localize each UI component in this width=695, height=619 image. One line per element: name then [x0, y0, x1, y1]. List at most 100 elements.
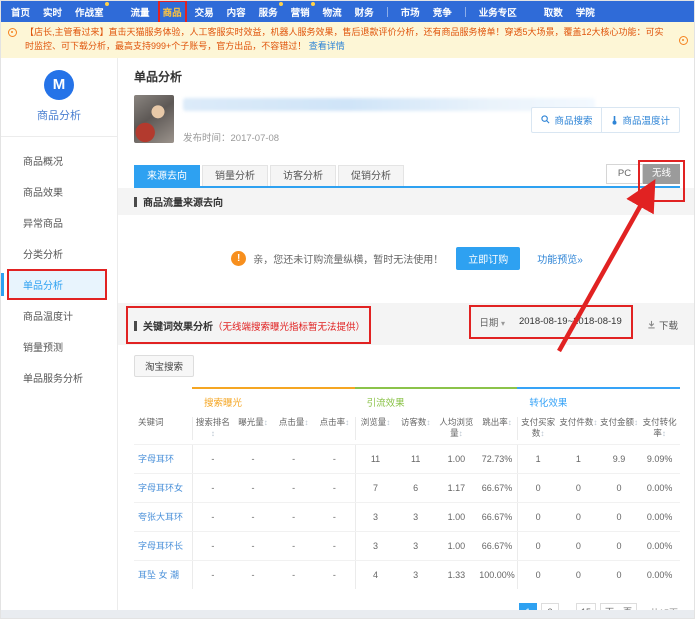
nav-item-finance[interactable]: 财务 [355, 5, 374, 19]
table-header-row: 关键词 搜索排名↕ 曝光量↕ 点击量↕ 点击率↕ 浏览量↕ 访客数↕ 人均浏览量… [134, 411, 680, 444]
nav-item-market[interactable]: 市场 [401, 5, 420, 19]
col-avg-views[interactable]: 人均浏览量↕ [436, 417, 477, 440]
nav-item-business-zone[interactable]: 业务专区 [479, 5, 517, 19]
nav-item-content[interactable]: 内容 [227, 5, 246, 19]
sidebar-item-category-analysis[interactable]: 分类分析 [1, 238, 117, 269]
sidebar-item-product-thermometer[interactable]: 商品温度计 [1, 300, 117, 331]
cell: - [314, 503, 355, 531]
cell: 0 [599, 503, 640, 531]
cell: - [273, 503, 314, 531]
sidebar-item-single-product-analysis[interactable]: 单品分析 [9, 271, 105, 298]
tab-sales-analysis[interactable]: 销量分析 [202, 165, 268, 186]
nav-item-trade[interactable]: 交易 [195, 5, 214, 19]
order-now-button[interactable]: 立即订购 [456, 247, 520, 270]
cell: 7 [355, 474, 396, 502]
sidebar-item-product-effect[interactable]: 商品效果 [1, 176, 117, 207]
keyword-link[interactable]: 耳坠 女 潮 [134, 561, 192, 589]
cell: 1.00 [436, 445, 477, 473]
cell: 66.67% [477, 503, 518, 531]
cell: 3 [395, 561, 436, 589]
keyword-section-note: （无线端搜索曝光指标暂无法提供） [213, 322, 365, 333]
cell: 1.00 [436, 532, 477, 560]
col-bounce-rate[interactable]: 跳出率↕ [477, 417, 518, 440]
subscription-notice: ! 亲，您还未订购流量纵横，暂时无法使用！ 立即订购 功能预览» [134, 215, 680, 303]
view-details-link[interactable]: 查看详情 [309, 41, 345, 51]
cell: 1 [558, 445, 599, 473]
flow-section-title: 商品流量来源去向 [118, 188, 694, 215]
tab-promotion-analysis[interactable]: 促销分析 [338, 165, 404, 186]
cell: 72.73% [477, 445, 518, 473]
announcement-close-icon[interactable] [679, 36, 688, 45]
table-row: 夸张大耳环 - - - - 3 3 1.00 66.67% 0 0 0 0.00… [134, 502, 680, 531]
sort-icon: ↕ [304, 418, 308, 427]
col-ctr[interactable]: 点击率↕ [314, 417, 355, 440]
col-conversion-rate[interactable]: 支付转化率↕ [639, 417, 680, 440]
download-button[interactable]: 下载 [647, 318, 678, 332]
table-row: 字母耳环长 - - - - 3 3 1.00 66.67% 0 0 0 0.00… [134, 531, 680, 560]
cell: 66.67% [477, 474, 518, 502]
keyword-link[interactable]: 字母耳环女 [134, 474, 192, 502]
col-paid-items[interactable]: 支付件数↕ [558, 417, 599, 440]
col-search-rank[interactable]: 搜索排名↕ [192, 417, 233, 440]
group-spacer [134, 387, 192, 411]
col-paying-buyers[interactable]: 支付买家数↕ [517, 417, 558, 440]
nav-item-service[interactable]: 服务 [259, 5, 278, 19]
sidebar-item-abnormal-products[interactable]: 异常商品 [1, 207, 117, 238]
col-exposure[interactable]: 曝光量↕ [233, 417, 274, 440]
table-row: 字母耳环女 - - - - 7 6 1.17 66.67% 0 0 0 0.00… [134, 473, 680, 502]
sort-icon: ↕ [345, 418, 349, 427]
cell: - [192, 561, 233, 589]
announcement-bar: 【店长,主管看过来】直击天猫服务体验，人工客服实时效益，机器人服务效果，售后退款… [1, 22, 694, 58]
nav-item-product[interactable]: 商品 [163, 5, 182, 19]
cell: - [273, 474, 314, 502]
keyword-link[interactable]: 字母耳环长 [134, 532, 192, 560]
subtab-taobao-search[interactable]: 淘宝搜索 [134, 355, 194, 377]
cell: - [233, 561, 274, 589]
sort-icon: ↕ [426, 418, 430, 427]
sidebar-item-sales-forecast[interactable]: 销量预测 [1, 331, 117, 362]
date-range-picker[interactable]: 日期 ▾ 2018-08-19~2018-08-19 [479, 315, 625, 329]
tab-visitor-analysis[interactable]: 访客分析 [270, 165, 336, 186]
cell: 9.09% [639, 445, 680, 473]
col-paid-amount[interactable]: 支付金额↕ [599, 417, 640, 440]
notification-dot [279, 2, 283, 6]
cell: - [273, 561, 314, 589]
keyword-link[interactable]: 夸张大耳环 [134, 503, 192, 531]
product-search-button[interactable]: 商品搜索 [532, 108, 601, 132]
cell: 0 [599, 474, 640, 502]
nav-item-home[interactable]: 首页 [11, 5, 30, 19]
keyword-table: 搜索曝光 引流效果 转化效果 关键词 搜索排名↕ 曝光量↕ 点击量↕ 点击率↕ … [134, 387, 680, 589]
nav-item-competition[interactable]: 竞争 [433, 5, 452, 19]
cell: - [314, 445, 355, 473]
cell: - [314, 474, 355, 502]
feature-preview-link[interactable]: 功能预览» [537, 251, 583, 266]
col-pageviews[interactable]: 浏览量↕ [355, 417, 396, 440]
sidebar-item-single-product-service[interactable]: 单品服务分析 [1, 362, 117, 393]
nav-item-logistics[interactable]: 物流 [323, 5, 342, 19]
divider [1, 136, 117, 137]
device-wireless-button[interactable]: 无线 [643, 164, 680, 184]
device-pc-button[interactable]: PC [606, 164, 643, 184]
keyword-section-title: 关键词效果分析 [134, 322, 213, 333]
nav-item-war-room[interactable]: 作战室 [75, 5, 104, 19]
table-row: 耳坠 女 潮 - - - - 4 3 1.33 100.00% 0 0 0 0.… [134, 560, 680, 589]
sidebar-item-product-overview[interactable]: 商品概况 [1, 145, 117, 176]
cell: - [233, 503, 274, 531]
nav-item-realtime[interactable]: 实时 [43, 5, 62, 19]
thermometer-icon [611, 115, 618, 125]
product-thermometer-button[interactable]: 商品温度计 [601, 108, 679, 132]
nav-item-marketing[interactable]: 营销 [291, 5, 310, 19]
nav-item-data-fetch[interactable]: 取数 [544, 5, 563, 19]
nav-item-academy[interactable]: 学院 [576, 5, 595, 19]
col-visitors[interactable]: 访客数↕ [395, 417, 436, 440]
cell: 0 [558, 474, 599, 502]
group-search-exposure: 搜索曝光 [192, 387, 355, 411]
col-clicks[interactable]: 点击量↕ [273, 417, 314, 440]
cell: 3 [395, 503, 436, 531]
cell: 9.9 [599, 445, 640, 473]
keyword-link[interactable]: 字母耳环 [134, 445, 192, 473]
tab-source-destination[interactable]: 来源去向 [134, 165, 200, 186]
cell: 0 [558, 561, 599, 589]
nav-item-traffic[interactable]: 流量 [131, 5, 150, 19]
group-traffic-effect: 引流效果 [355, 387, 518, 411]
